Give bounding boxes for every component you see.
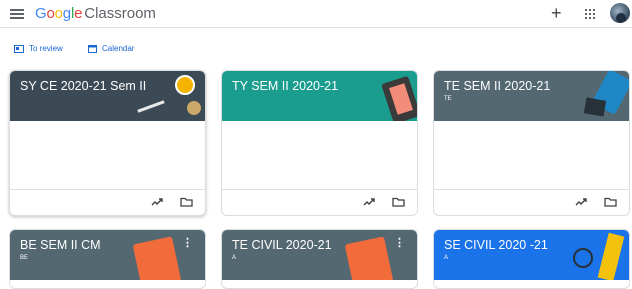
class-card[interactable]: SY CE 2020-21 Sem II	[9, 70, 206, 216]
to-review-link[interactable]: To review	[14, 44, 63, 53]
card-header: TE CIVIL 2020-21 A ⋮	[222, 230, 417, 280]
card-title[interactable]: TE CIVIL 2020-21	[232, 238, 332, 252]
decor-illustration	[344, 236, 394, 280]
card-subtitle: TE	[444, 96, 452, 102]
card-title[interactable]: SE CIVIL 2020 -21	[444, 238, 548, 252]
decor-illustration	[137, 100, 165, 113]
card-footer	[10, 189, 205, 215]
trending-up-icon[interactable]	[363, 197, 375, 207]
decor-illustration	[132, 236, 182, 280]
trending-up-icon[interactable]	[575, 197, 587, 207]
card-title[interactable]: SY CE 2020-21 Sem II	[20, 79, 146, 93]
decor-illustration	[187, 101, 201, 115]
brand-google: Google	[35, 5, 83, 22]
calendar-label: Calendar	[102, 44, 135, 53]
more-options-icon[interactable]: ⋮	[394, 236, 405, 249]
card-header: TY SEM II 2020-21	[222, 71, 417, 121]
card-footer	[434, 189, 629, 215]
decor-illustration	[175, 75, 195, 95]
top-app-bar: Google Classroom +	[0, 0, 632, 28]
card-footer	[222, 189, 417, 215]
card-header: SY CE 2020-21 Sem II	[10, 71, 205, 121]
apps-grid-icon[interactable]	[585, 9, 595, 19]
card-subtitle: A	[232, 255, 237, 261]
calendar-link[interactable]: Calendar	[88, 44, 134, 53]
class-card[interactable]: BE SEM II CM BE ⋮	[9, 229, 206, 289]
calendar-icon	[88, 45, 97, 53]
more-options-icon[interactable]: ⋮	[182, 236, 193, 249]
brand-product: Classroom	[84, 5, 156, 22]
class-card[interactable]: TE SEM II 2020-21 TE	[433, 70, 630, 216]
app-logo[interactable]: Google Classroom	[35, 5, 156, 22]
card-header: BE SEM II CM BE ⋮	[10, 230, 205, 280]
folder-icon[interactable]	[604, 197, 617, 207]
plus-icon[interactable]: +	[551, 4, 562, 22]
to-review-icon	[14, 44, 24, 53]
to-review-label: To review	[29, 44, 63, 53]
menu-icon[interactable]	[10, 7, 24, 21]
card-header: TE SEM II 2020-21 TE	[434, 71, 629, 121]
decor-illustration	[597, 232, 625, 280]
decor-illustration	[583, 97, 607, 117]
card-title[interactable]: BE SEM II CM	[20, 238, 101, 252]
card-subtitle: A	[444, 255, 449, 261]
folder-icon[interactable]	[392, 197, 405, 207]
folder-icon[interactable]	[180, 197, 193, 207]
decor-illustration	[573, 248, 593, 268]
avatar[interactable]	[610, 3, 630, 23]
card-header: SE CIVIL 2020 -21 A	[434, 230, 629, 280]
card-title[interactable]: TY SEM II 2020-21	[232, 79, 338, 93]
trending-up-icon[interactable]	[151, 197, 163, 207]
card-subtitle: BE	[20, 255, 29, 261]
class-card[interactable]: TY SEM II 2020-21	[221, 70, 418, 216]
card-title[interactable]: TE SEM II 2020-21	[444, 79, 550, 93]
class-card[interactable]: SE CIVIL 2020 -21 A	[433, 229, 630, 289]
class-card[interactable]: TE CIVIL 2020-21 A ⋮	[221, 229, 418, 289]
